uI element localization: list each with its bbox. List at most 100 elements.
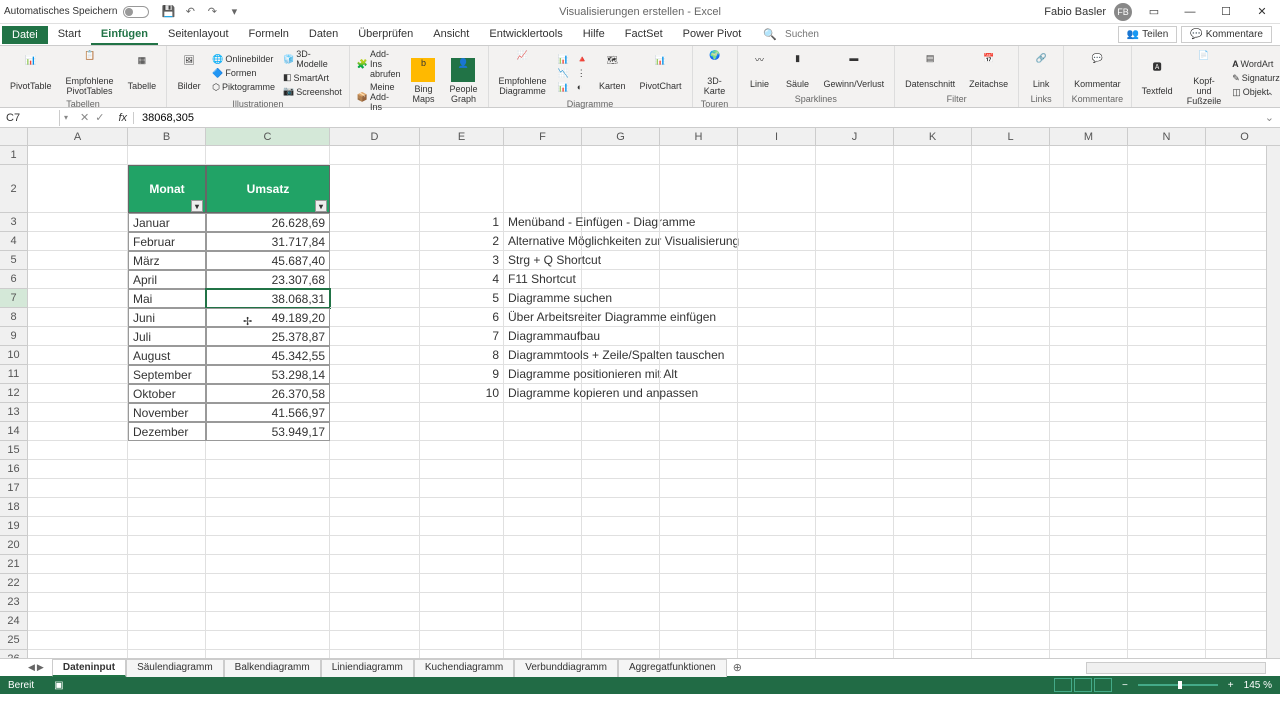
menu-ansicht[interactable]: Ansicht — [423, 25, 479, 45]
cell-G11[interactable] — [582, 365, 660, 384]
cell-L6[interactable] — [972, 270, 1050, 289]
cell-I9[interactable] — [738, 327, 816, 346]
cell-J9[interactable] — [816, 327, 894, 346]
cell-G10[interactable] — [582, 346, 660, 365]
cell-J21[interactable] — [816, 555, 894, 574]
cell-C21[interactable] — [206, 555, 330, 574]
cell-A4[interactable] — [28, 232, 128, 251]
cell-N3[interactable] — [1128, 213, 1206, 232]
cell-I16[interactable] — [738, 460, 816, 479]
col-header-L[interactable]: L — [972, 128, 1050, 146]
cell-C23[interactable] — [206, 593, 330, 612]
row-header-12[interactable]: 12 — [0, 384, 28, 403]
row-header-14[interactable]: 14 — [0, 422, 28, 441]
pivottable-button[interactable]: 📊PivotTable — [4, 53, 58, 93]
autosave-toggle[interactable]: Automatisches Speichern — [4, 6, 149, 18]
cell-D3[interactable] — [330, 213, 420, 232]
cell-E20[interactable] — [420, 536, 504, 555]
cell-I6[interactable] — [738, 270, 816, 289]
cell-G25[interactable] — [582, 631, 660, 650]
link-button[interactable]: 🔗Link — [1023, 51, 1059, 91]
cell-E5[interactable]: 3 — [420, 251, 504, 270]
cell-G1[interactable] — [582, 146, 660, 165]
row-header-9[interactable]: 9 — [0, 327, 28, 346]
cell-D17[interactable] — [330, 479, 420, 498]
cell-J22[interactable] — [816, 574, 894, 593]
cell-J7[interactable] — [816, 289, 894, 308]
cell-H1[interactable] — [660, 146, 738, 165]
cell-F20[interactable] — [504, 536, 582, 555]
cell-E9[interactable]: 7 — [420, 327, 504, 346]
cell-K13[interactable] — [894, 403, 972, 422]
cell-A10[interactable] — [28, 346, 128, 365]
slicer-button[interactable]: ▤Datenschnitt — [899, 51, 961, 91]
cell-F14[interactable] — [504, 422, 582, 441]
row-header-21[interactable]: 21 — [0, 555, 28, 574]
get-addins-button[interactable]: 🧩Add-Ins abrufen — [354, 48, 404, 80]
cell-J3[interactable] — [816, 213, 894, 232]
row-header-10[interactable]: 10 — [0, 346, 28, 365]
cell-B4[interactable]: Februar — [128, 232, 206, 251]
menu-power pivot[interactable]: Power Pivot — [673, 25, 752, 45]
cell-I12[interactable] — [738, 384, 816, 403]
cell-H26[interactable] — [660, 650, 738, 658]
cell-A9[interactable] — [28, 327, 128, 346]
cell-H16[interactable] — [660, 460, 738, 479]
cell-J2[interactable] — [816, 165, 894, 213]
cell-H7[interactable] — [660, 289, 738, 308]
cell-B2[interactable]: Monat — [128, 165, 206, 213]
col-header-B[interactable]: B — [128, 128, 206, 146]
cell-B24[interactable] — [128, 612, 206, 631]
pictures-button[interactable]: 🖼Bilder — [171, 53, 207, 93]
cell-J23[interactable] — [816, 593, 894, 612]
cell-D1[interactable] — [330, 146, 420, 165]
cell-F5[interactable]: Strg + Q Shortcut — [504, 251, 582, 270]
cell-B15[interactable] — [128, 441, 206, 460]
cell-A11[interactable] — [28, 365, 128, 384]
cell-H4[interactable] — [660, 232, 738, 251]
cell-E4[interactable]: 2 — [420, 232, 504, 251]
screenshot-button[interactable]: 📷Screenshot — [280, 85, 345, 98]
cell-E1[interactable] — [420, 146, 504, 165]
cell-H21[interactable] — [660, 555, 738, 574]
menu-hilfe[interactable]: Hilfe — [573, 25, 615, 45]
cell-N23[interactable] — [1128, 593, 1206, 612]
cell-L21[interactable] — [972, 555, 1050, 574]
menu-seitenlayout[interactable]: Seitenlayout — [158, 25, 239, 45]
cell-L24[interactable] — [972, 612, 1050, 631]
save-icon[interactable]: 💾 — [161, 5, 175, 19]
cell-F10[interactable]: Diagrammtools + Zeile/Spalten tauschen — [504, 346, 582, 365]
ribbon-display-icon[interactable]: ▭ — [1140, 2, 1168, 22]
cell-H18[interactable] — [660, 498, 738, 517]
cell-K11[interactable] — [894, 365, 972, 384]
cell-J12[interactable] — [816, 384, 894, 403]
cell-C1[interactable] — [206, 146, 330, 165]
cell-F2[interactable] — [504, 165, 582, 213]
cell-G8[interactable] — [582, 308, 660, 327]
cell-C8[interactable]: 49.189,20 — [206, 308, 330, 327]
row-header-2[interactable]: 2 — [0, 165, 28, 213]
cell-M6[interactable] — [1050, 270, 1128, 289]
user-avatar[interactable]: FB — [1114, 3, 1132, 21]
cell-I19[interactable] — [738, 517, 816, 536]
chart-bar-button[interactable]: 📊 — [555, 81, 572, 94]
cell-K6[interactable] — [894, 270, 972, 289]
cell-I2[interactable] — [738, 165, 816, 213]
cell-B1[interactable] — [128, 146, 206, 165]
cell-D24[interactable] — [330, 612, 420, 631]
cell-M16[interactable] — [1050, 460, 1128, 479]
cell-J10[interactable] — [816, 346, 894, 365]
sheet-tab-5[interactable]: Verbunddiagramm — [514, 659, 618, 677]
cell-D12[interactable] — [330, 384, 420, 403]
close-button[interactable]: ✕ — [1248, 2, 1276, 22]
cell-G22[interactable] — [582, 574, 660, 593]
cell-D4[interactable] — [330, 232, 420, 251]
cell-A15[interactable] — [28, 441, 128, 460]
cell-B3[interactable]: Januar — [128, 213, 206, 232]
cell-L4[interactable] — [972, 232, 1050, 251]
cell-I10[interactable] — [738, 346, 816, 365]
cell-K26[interactable] — [894, 650, 972, 658]
col-header-O[interactable]: O — [1206, 128, 1280, 146]
cell-F22[interactable] — [504, 574, 582, 593]
col-header-E[interactable]: E — [420, 128, 504, 146]
